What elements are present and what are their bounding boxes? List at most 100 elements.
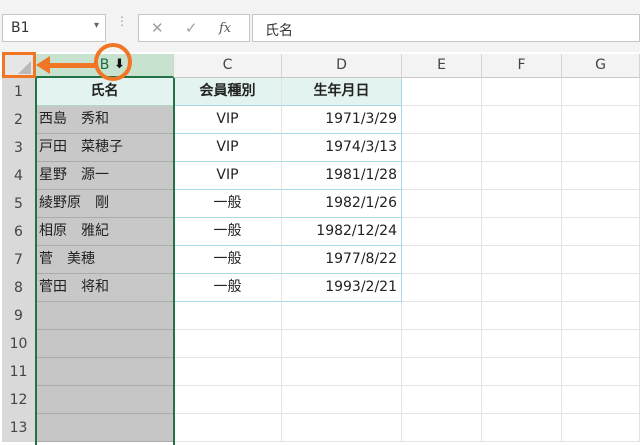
table-row-name[interactable]: 綾野原 剛 — [36, 190, 174, 218]
cell[interactable] — [402, 134, 482, 162]
cell[interactable] — [36, 302, 174, 330]
table-row-name[interactable]: 戸田 菜穂子 — [36, 134, 174, 162]
cell[interactable] — [402, 386, 482, 414]
cell[interactable] — [282, 302, 402, 330]
table-row-birthday[interactable]: 1971/3/29 — [282, 106, 402, 134]
table-row-birthday[interactable]: 1974/3/13 — [282, 134, 402, 162]
cell[interactable] — [282, 386, 402, 414]
cell[interactable] — [402, 190, 482, 218]
cell[interactable] — [36, 330, 174, 358]
cell[interactable] — [402, 78, 482, 106]
cell[interactable] — [402, 414, 482, 442]
cell[interactable] — [282, 330, 402, 358]
cell-d1[interactable]: 生年月日 — [282, 78, 402, 106]
cell[interactable] — [482, 78, 562, 106]
cell[interactable] — [562, 78, 640, 106]
row-header[interactable]: 9 — [2, 302, 36, 330]
row-header[interactable]: 5 — [2, 190, 36, 218]
cell[interactable] — [36, 386, 174, 414]
column-header-c[interactable]: C — [174, 54, 282, 78]
column-header-g[interactable]: G — [562, 54, 640, 78]
chevron-down-icon[interactable]: ▾ — [94, 20, 99, 31]
cell[interactable] — [482, 330, 562, 358]
cell[interactable] — [402, 106, 482, 134]
cell[interactable] — [174, 414, 282, 442]
table-row-member-type[interactable]: 一般 — [174, 246, 282, 274]
cell[interactable] — [482, 218, 562, 246]
table-row-birthday[interactable]: 1982/1/26 — [282, 190, 402, 218]
cell[interactable] — [402, 218, 482, 246]
cell[interactable] — [562, 106, 640, 134]
cell[interactable] — [562, 134, 640, 162]
table-row-name[interactable]: 相原 雅紀 — [36, 218, 174, 246]
cell[interactable] — [562, 246, 640, 274]
cell[interactable] — [402, 302, 482, 330]
cell[interactable] — [36, 414, 174, 442]
enter-icon[interactable]: ✓ — [185, 19, 198, 37]
table-row-birthday[interactable]: 1982/12/24 — [282, 218, 402, 246]
cell[interactable] — [402, 330, 482, 358]
cell-b1[interactable]: 氏名 — [36, 78, 174, 106]
cell[interactable] — [482, 190, 562, 218]
cancel-icon[interactable]: ✕ — [151, 19, 164, 37]
cell[interactable] — [482, 302, 562, 330]
table-row-member-type[interactable]: 一般 — [174, 190, 282, 218]
table-row-member-type[interactable]: VIP — [174, 106, 282, 134]
row-header[interactable]: 13 — [2, 414, 36, 442]
cell[interactable] — [562, 386, 640, 414]
cell[interactable] — [562, 414, 640, 442]
formula-input[interactable]: 氏名 — [252, 14, 640, 42]
cell[interactable] — [562, 218, 640, 246]
cell[interactable] — [402, 162, 482, 190]
row-header[interactable]: 7 — [2, 246, 36, 274]
cell[interactable] — [402, 358, 482, 386]
row-header[interactable]: 10 — [2, 330, 36, 358]
cell[interactable] — [36, 358, 174, 386]
column-header-e[interactable]: E — [402, 54, 482, 78]
row-header[interactable]: 4 — [2, 162, 36, 190]
name-box[interactable]: B1 ▾ — [2, 14, 106, 42]
cell[interactable] — [482, 134, 562, 162]
table-row-name[interactable]: 西島 秀和 — [36, 106, 174, 134]
cell[interactable] — [562, 302, 640, 330]
table-row-birthday[interactable]: 1981/1/28 — [282, 162, 402, 190]
cell[interactable] — [562, 274, 640, 302]
cell[interactable] — [562, 190, 640, 218]
table-row-birthday[interactable]: 1977/8/22 — [282, 246, 402, 274]
cell[interactable] — [282, 414, 402, 442]
column-header-d[interactable]: D — [282, 54, 402, 78]
column-header-f[interactable]: F — [482, 54, 562, 78]
more-vertical-icon[interactable]: ⋮ — [116, 15, 128, 27]
cell[interactable] — [482, 162, 562, 190]
cell[interactable] — [174, 302, 282, 330]
cell[interactable] — [482, 358, 562, 386]
row-header[interactable]: 12 — [2, 386, 36, 414]
cell[interactable] — [482, 414, 562, 442]
cell[interactable] — [562, 330, 640, 358]
cell[interactable] — [402, 274, 482, 302]
row-header[interactable]: 1 — [2, 78, 36, 106]
row-header[interactable]: 3 — [2, 134, 36, 162]
table-row-name[interactable]: 星野 源一 — [36, 162, 174, 190]
table-row-member-type[interactable]: 一般 — [174, 218, 282, 246]
cell[interactable] — [482, 386, 562, 414]
cell[interactable] — [402, 246, 482, 274]
table-row-name[interactable]: 菅田 将和 — [36, 274, 174, 302]
cell[interactable] — [482, 246, 562, 274]
table-row-birthday[interactable]: 1993/2/21 — [282, 274, 402, 302]
table-row-member-type[interactable]: VIP — [174, 162, 282, 190]
cell[interactable] — [482, 274, 562, 302]
cell[interactable] — [282, 358, 402, 386]
table-row-member-type[interactable]: 一般 — [174, 274, 282, 302]
cell[interactable] — [174, 386, 282, 414]
cell[interactable] — [174, 330, 282, 358]
cell-c1[interactable]: 会員種別 — [174, 78, 282, 106]
row-header[interactable]: 6 — [2, 218, 36, 246]
table-row-name[interactable]: 菅 美穂 — [36, 246, 174, 274]
row-header[interactable]: 2 — [2, 106, 36, 134]
cell[interactable] — [174, 358, 282, 386]
insert-function-icon[interactable]: fx — [219, 21, 231, 36]
row-header[interactable]: 8 — [2, 274, 36, 302]
cell[interactable] — [482, 106, 562, 134]
cell[interactable] — [562, 162, 640, 190]
